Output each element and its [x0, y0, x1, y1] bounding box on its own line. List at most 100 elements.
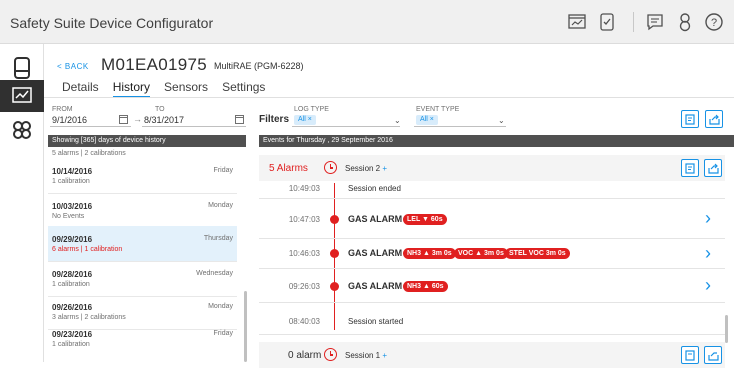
event-alarm: GAS ALARM [348, 281, 403, 291]
device-id: M01EA01975 [101, 55, 208, 74]
session-2-bar: 5 Alarms Session 2 + [259, 155, 725, 181]
event-time: 08:40:03 [288, 317, 320, 326]
day-sub: 1 calibration [52, 178, 90, 185]
session-label[interactable]: Session 2 + [345, 164, 387, 173]
arrow-icon: → [133, 114, 142, 124]
alarm-dot-icon [330, 282, 339, 291]
tab-settings[interactable]: Settings [222, 78, 265, 98]
event-row[interactable]: 09:26:03 GAS ALARM NH3 ▲ 60s › [259, 269, 725, 303]
from-date-field[interactable]: 9/1/2016 [52, 115, 87, 125]
top-separator [633, 12, 634, 32]
session-export-button[interactable] [704, 346, 722, 364]
day-item[interactable]: 09/29/2016 Thursday 6 alarms | 1 calibra… [48, 226, 237, 262]
users-icon[interactable] [0, 114, 44, 146]
event-text: Session started [348, 317, 404, 326]
from-underline [50, 126, 131, 127]
session-report-button[interactable] [681, 159, 699, 177]
to-date-field[interactable]: 8/31/2017 [144, 115, 184, 125]
chat-icon[interactable] [645, 12, 665, 32]
events-header: Events for Thursday , 29 September 2016 [259, 135, 734, 147]
session-label[interactable]: Session 1 + [345, 351, 387, 360]
log-type-chip[interactable]: All × [294, 115, 316, 125]
event-time: 10:49:03 [288, 184, 320, 193]
app-root: Safety Suite Device Configurator ? < BAC [0, 0, 734, 368]
session-alarm-count: 5 Alarms [269, 163, 308, 174]
to-underline [142, 126, 246, 127]
day-sub: 1 calibration [52, 281, 90, 288]
session-alarm-count: 0 alarm [288, 350, 322, 361]
event-type-select[interactable] [414, 126, 506, 127]
session-report-button[interactable] [681, 346, 699, 364]
log-type-label: LOG TYPE [294, 106, 329, 113]
tab-sensors[interactable]: Sensors [164, 78, 208, 98]
day-item[interactable]: 10/14/2016 Friday 1 calibration [48, 158, 237, 194]
chevron-right-icon[interactable]: › [705, 244, 711, 262]
help-icon[interactable]: ? [704, 12, 724, 32]
expand-icon[interactable]: + [382, 164, 387, 173]
event-text: Session ended [348, 184, 401, 193]
day-item[interactable]: 09/28/2016 Wednesday 1 calibration [48, 261, 237, 297]
session-1-bar: 0 alarm Session 1 + [259, 342, 725, 368]
clock-icon [324, 348, 337, 361]
from-label: FROM [52, 106, 73, 113]
clock-icon [324, 161, 337, 174]
session-export-button[interactable] [704, 159, 722, 177]
alarm-badge: LEL ▼ 60s [403, 214, 447, 225]
chevron-right-icon[interactable]: › [705, 209, 711, 227]
report-button[interactable] [681, 110, 699, 128]
event-row[interactable]: 10:47:03 GAS ALARM LEL ▼ 60s › [259, 199, 725, 239]
event-time: 10:47:03 [288, 215, 320, 224]
export-button[interactable] [705, 110, 723, 128]
chart-icon[interactable] [0, 80, 44, 112]
calendar-icon[interactable] [235, 115, 244, 124]
day-name: Wednesday [196, 270, 233, 277]
event-row: 08:40:03 Session started [259, 303, 725, 335]
days-header: Showing [365] days of device history [48, 135, 246, 147]
to-label: TO [155, 106, 165, 113]
alarm-badge: NH3 ▲ 60s [403, 281, 448, 292]
event-type-chip[interactable]: All × [416, 115, 438, 125]
alarm-badge: VOC ▲ 3m 0s [454, 248, 508, 259]
tab-history[interactable]: History [112, 78, 151, 98]
alarm-badge: NH3 ▲ 3m 0s [403, 248, 456, 259]
day-date: 09/29/2016 [52, 235, 93, 244]
calendar-icon[interactable] [119, 115, 128, 124]
events-scrollbar[interactable] [725, 315, 728, 343]
alarm-badge: STEL VOC 3m 0s [505, 248, 570, 259]
back-link[interactable]: < BACK [57, 62, 89, 71]
day-name: Friday [213, 330, 233, 337]
event-row: 10:49:03 Session ended [259, 181, 725, 199]
tabs-divider [44, 97, 734, 98]
user-icon[interactable] [675, 12, 695, 32]
day-item[interactable]: 10/03/2016 Monday No Events [48, 193, 237, 229]
day-name: Friday [213, 167, 233, 174]
event-alarm: GAS ALARM [348, 214, 403, 224]
chevron-down-icon[interactable]: ⌄ [498, 116, 505, 125]
device-check-icon[interactable] [597, 12, 617, 32]
chevron-right-icon[interactable]: › [705, 276, 711, 294]
day-name: Monday [208, 202, 233, 209]
monitor-icon[interactable] [567, 12, 587, 32]
day-sub: 3 alarms | 2 calibrations [52, 314, 126, 321]
chevron-down-icon[interactable]: ⌄ [394, 116, 401, 125]
alarm-dot-icon [330, 249, 339, 258]
left-rail [0, 44, 44, 362]
event-time: 10:46:03 [288, 249, 320, 258]
day-sub: 5 alarms | 2 calibrations [52, 150, 126, 157]
event-row[interactable]: 10:46:03 GAS ALARM NH3 ▲ 3m 0s VOC ▲ 3m … [259, 239, 725, 269]
day-sub: No Events [52, 213, 85, 220]
day-list-scrollbar[interactable] [244, 291, 247, 362]
event-alarm: GAS ALARM [348, 248, 403, 258]
session-name: Session 2 [345, 164, 381, 173]
expand-icon[interactable]: + [382, 351, 387, 360]
svg-text:?: ? [711, 17, 717, 29]
day-item[interactable]: 09/23/2016 Friday 1 calibration [48, 321, 237, 357]
event-time: 09:26:03 [288, 282, 320, 291]
day-date: 09/23/2016 [52, 330, 93, 339]
day-name: Thursday [203, 235, 233, 242]
filters-label: Filters [259, 114, 290, 125]
log-type-select[interactable] [292, 126, 400, 127]
day-name: Monday [208, 303, 233, 310]
day-sub: 6 alarms | 1 calibration [52, 246, 123, 253]
tab-details[interactable]: Details [62, 78, 99, 98]
